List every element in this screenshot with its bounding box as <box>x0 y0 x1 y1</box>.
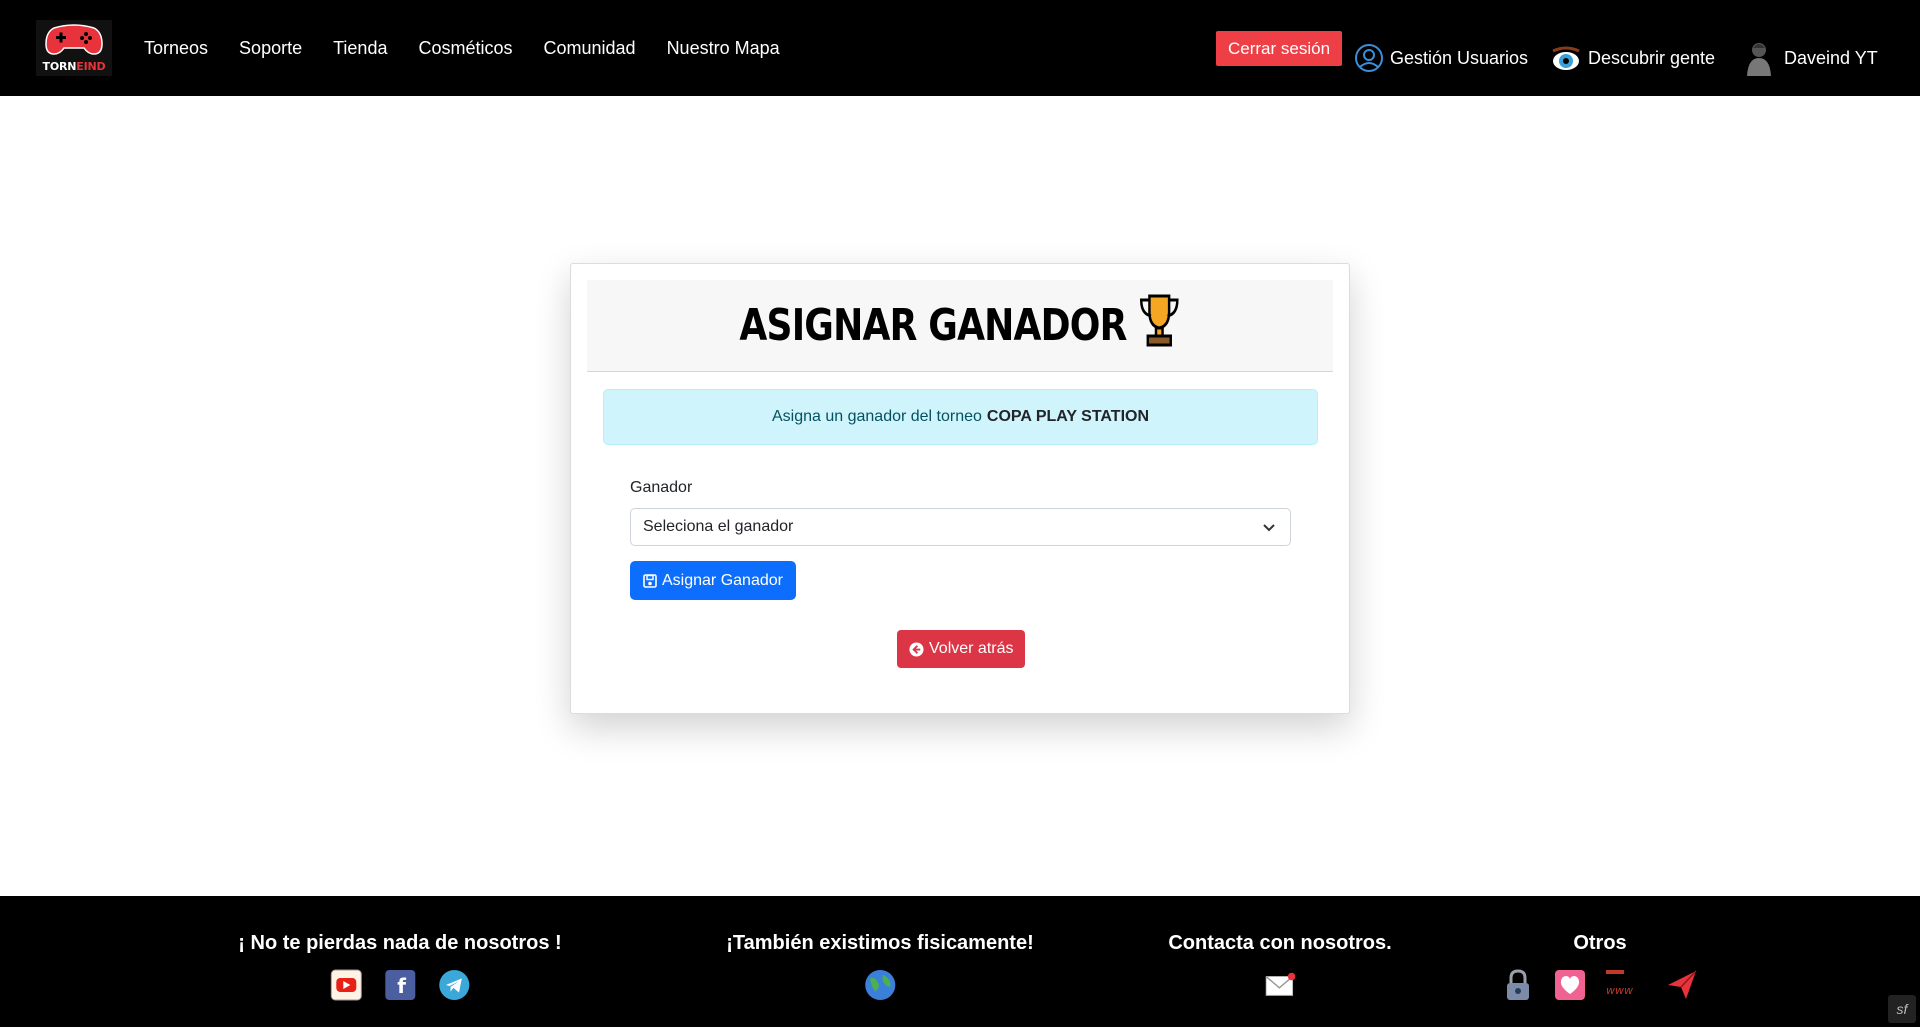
alert-text: Asigna un ganador del torneo <box>771 408 982 425</box>
discover-people-link[interactable]: Descubrir gente <box>1550 40 1715 76</box>
paper-plane-icon[interactable] <box>1666 969 1698 1001</box>
arrow-circle-left-icon <box>909 641 924 657</box>
winner-select[interactable]: Seleciona el ganador <box>630 508 1291 546</box>
username-label: Daveind YT <box>1784 47 1878 68</box>
logo-text: TORNEIND <box>42 60 106 73</box>
site-footer: ¡ No te pierdas nada de nosotros ! f ¡Ta… <box>0 896 1920 1027</box>
nav-link-soporte[interactable]: Soporte <box>239 38 302 59</box>
heart-icon[interactable] <box>1554 969 1586 1001</box>
site-logo[interactable]: TORNEIND <box>36 20 112 76</box>
mail-icon[interactable] <box>1264 969 1296 1001</box>
nav-link-mapa[interactable]: Nuestro Mapa <box>667 38 780 59</box>
user-management-link[interactable]: Gestión Usuarios <box>1354 40 1528 76</box>
youtube-icon[interactable] <box>330 969 362 1001</box>
footer-contact-heading: Contacta con nosotros. <box>1168 932 1392 954</box>
nav-link-torneos[interactable]: Torneos <box>144 38 208 59</box>
facebook-icon[interactable]: f <box>384 969 416 1001</box>
page-title: ASIGNAR GANADOR <box>739 292 1180 359</box>
footer-social-heading: ¡ No te pierdas nada de nosotros ! <box>238 932 562 954</box>
telegram-icon[interactable] <box>438 969 470 1001</box>
user-management-icon <box>1354 43 1384 73</box>
eye-icon <box>1550 43 1582 73</box>
card-header: ASIGNAR GANADOR <box>587 280 1333 372</box>
chevron-down-icon <box>1263 524 1275 532</box>
svg-text:f: f <box>397 974 406 998</box>
footer-social-column: ¡ No te pierdas nada de nosotros ! f <box>238 932 562 1001</box>
go-back-label: Volver atrás <box>929 640 1014 657</box>
main-nav: Torneos Soporte Tienda Cosméticos Comuni… <box>144 0 811 96</box>
go-back-button[interactable]: Volver atrás <box>897 630 1026 668</box>
top-navbar: TORNEIND Torneos Soporte Tienda Cosmétic… <box>0 0 1920 96</box>
user-profile-link[interactable]: Daveind YT <box>1744 40 1878 76</box>
footer-physical-column: ¡También existimos fisicamente! <box>726 932 1034 1001</box>
footer-contact-column: Contacta con nosotros. <box>1168 932 1392 1001</box>
assign-winner-card: ASIGNAR GANADOR Asigna un ganador del to… <box>570 263 1350 714</box>
assign-winner-button[interactable]: Asignar Ganador <box>630 561 796 600</box>
footer-physical-heading: ¡También existimos fisicamente! <box>726 932 1034 954</box>
save-icon <box>643 573 657 588</box>
globe-icon[interactable] <box>864 969 896 1001</box>
winner-label: Ganador <box>630 479 693 496</box>
lock-icon[interactable] <box>1502 969 1534 1001</box>
page-title-text: ASIGNAR GANADOR <box>739 300 1127 351</box>
assign-winner-label: Asignar Ganador <box>662 571 783 589</box>
footer-other-column: Otros www <box>1502 932 1698 1001</box>
nav-link-cosmeticos[interactable]: Cosméticos <box>418 38 512 59</box>
discover-people-label: Descubrir gente <box>1588 47 1716 68</box>
trophy-icon <box>1138 292 1181 359</box>
footer-other-heading: Otros <box>1573 932 1627 954</box>
nav-link-comunidad[interactable]: Comunidad <box>544 38 636 59</box>
logout-button[interactable]: Cerrar sesión <box>1216 31 1343 66</box>
nav-link-tienda[interactable]: Tienda <box>333 38 387 59</box>
info-alert: Asigna un ganador del torneo COPA PLAY S… <box>603 389 1318 445</box>
tournament-name: COPA PLAY STATION <box>986 408 1150 425</box>
svg-text:www: www <box>1606 984 1633 997</box>
debug-toolbar-icon[interactable]: sf <box>1888 995 1916 1023</box>
user-management-label: Gestión Usuarios <box>1390 47 1529 68</box>
winner-select-value: Seleciona el ganador <box>643 518 794 535</box>
gamepad-logo-icon <box>45 24 103 55</box>
avatar <box>1744 40 1774 76</box>
www-icon[interactable]: www <box>1606 969 1646 1001</box>
